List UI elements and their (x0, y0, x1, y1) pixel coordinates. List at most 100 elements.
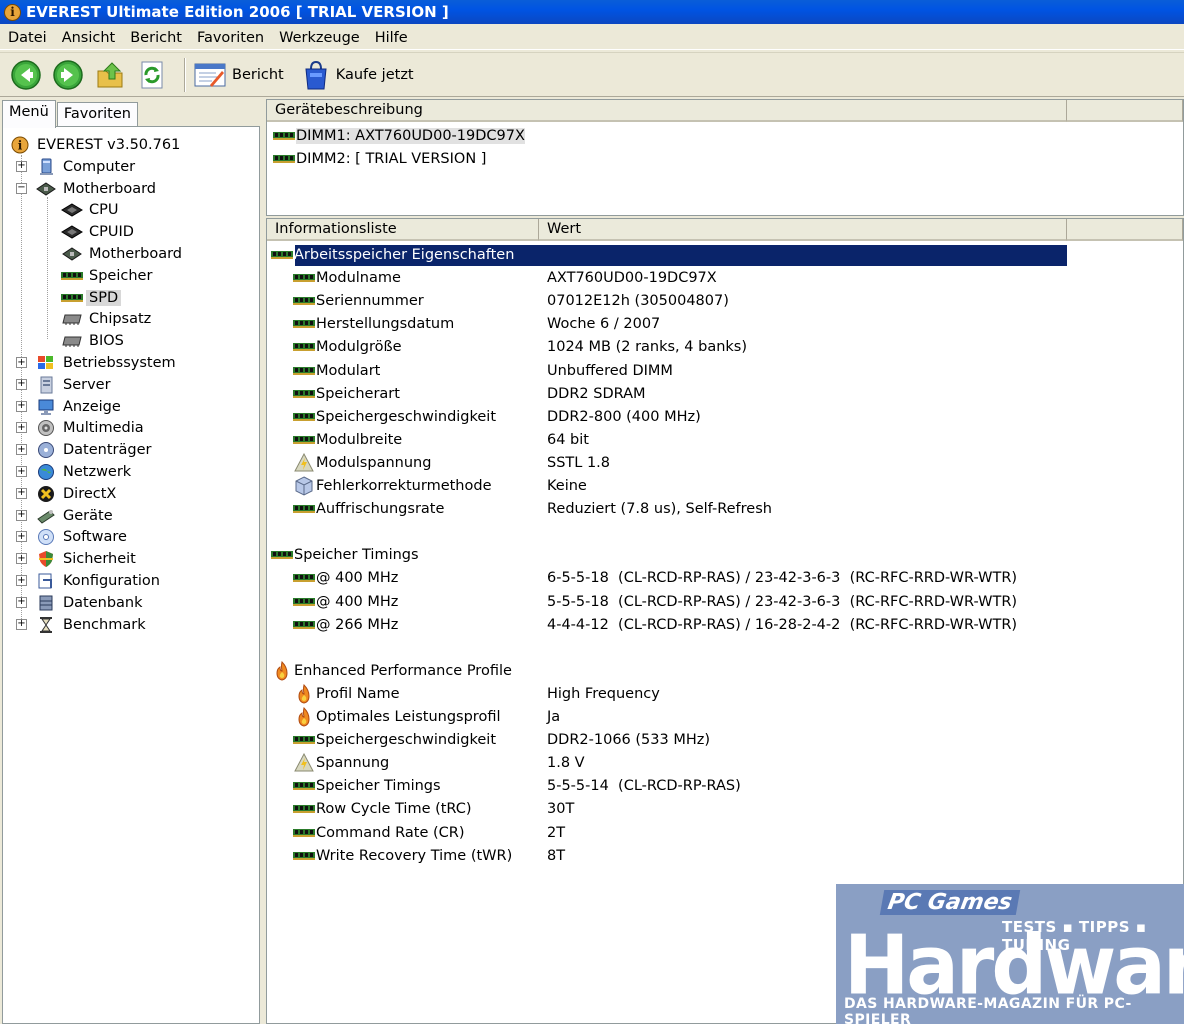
info-item-row[interactable]: Modulgröße 1024 MB (2 ranks, 4 banks) (267, 336, 1067, 358)
expand-icon[interactable]: + (16, 596, 27, 608)
tab-favoriten[interactable]: Favoriten (56, 102, 138, 127)
tree-item-datenbank[interactable]: + Datenbank (16, 593, 146, 613)
menu-ansicht[interactable]: Ansicht (56, 30, 122, 46)
voltage-warning-icon (293, 452, 315, 472)
report-button[interactable]: Bericht (194, 61, 284, 89)
info-group-row[interactable]: Speicher Timings (267, 544, 1067, 566)
expand-icon[interactable]: + (16, 357, 27, 368)
expand-icon[interactable]: + (16, 575, 27, 586)
tab-menu[interactable]: Menü (2, 100, 56, 128)
refresh-button[interactable] (134, 57, 170, 93)
everest-info-icon: i (4, 3, 21, 21)
expand-icon[interactable]: + (16, 553, 27, 565)
info-item-row[interactable]: @ 400 MHz 6-5-5-18 (CL-RCD-RP-RAS) / 23-4… (267, 567, 1067, 589)
ram-module-icon (271, 546, 293, 564)
info-item-row[interactable]: Speichergeschwindigkeit DDR2-1066 (533 MH… (267, 729, 1067, 751)
menu-bericht[interactable]: Bericht (124, 30, 188, 46)
tree-item-speicher-sub[interactable]: Speicher (61, 266, 155, 286)
expand-icon[interactable]: + (16, 400, 27, 412)
tree-item-label: CPUID (89, 224, 134, 241)
back-button[interactable] (8, 57, 44, 93)
tree-item-label: DirectX (63, 485, 117, 502)
tree-item-spd-sub[interactable]: SPD (61, 288, 122, 308)
collapse-icon[interactable]: − (16, 182, 27, 194)
menu-favoriten[interactable]: Favoriten (191, 30, 270, 46)
device-item-dimm1[interactable]: DIMM1: AXT760UD00-19DC97X (273, 126, 525, 146)
expand-icon[interactable]: + (16, 531, 27, 543)
tree-item-motherboard-sub[interactable]: Motherboard (61, 244, 185, 264)
info-name: Speichergeschwindigkeit (316, 408, 497, 425)
info-item-row[interactable]: @ 266 MHz 4-4-4-12 (CL-RCD-RP-RAS) / 16-2… (267, 614, 1067, 636)
info-item-row[interactable]: Seriennummer 07012E12h (305004807) (267, 290, 1067, 312)
info-item-row[interactable]: @ 400 MHz 5-5-5-18 (CL-RCD-RP-RAS) / 23-4… (267, 591, 1067, 613)
info-item-row[interactable]: Row Cycle Time (tRC) 30T (267, 798, 1067, 820)
tree-item-betriebssystem[interactable]: + Betriebssystem (16, 353, 179, 373)
menu-bar: Datei Ansicht Bericht Favoriten Werkzeug… (0, 26, 1184, 50)
menu-hilfe[interactable]: Hilfe (369, 30, 414, 46)
info-item-row[interactable]: Speichergeschwindigkeit DDR2-800 (400 MHz… (267, 406, 1067, 428)
info-item-row[interactable]: Speicher Timings 5-5-5-14 (CL-RCD-RP-RAS) (267, 775, 1067, 797)
expand-icon[interactable]: + (16, 509, 27, 521)
forward-button[interactable] (50, 57, 86, 93)
info-name: Auffrischungsrate (316, 501, 445, 518)
tree-item-directx[interactable]: + DirectX (16, 484, 119, 504)
buy-now-button[interactable]: Kaufe jetzt (302, 59, 414, 91)
info-item-row[interactable]: Fehlerkorrekturmethode Keine (267, 475, 1067, 497)
expand-icon[interactable]: + (16, 444, 27, 456)
info-group-row[interactable]: Enhanced Performance Profile (267, 660, 1067, 682)
left-tabs: Menü Favoriten (2, 99, 139, 128)
info-item-row[interactable]: Speicherart DDR2 SDRAM (267, 383, 1067, 405)
server-icon (35, 376, 57, 394)
tree-item-server[interactable]: + Server (16, 375, 114, 395)
column-header-device[interactable]: Gerätebeschreibung (267, 100, 1067, 122)
expand-icon[interactable]: + (16, 487, 27, 499)
tree-item-sicherheit[interactable]: + Sicherheit (16, 549, 139, 569)
tree-item-anzeige[interactable]: + Anzeige (16, 397, 124, 417)
tree-item-software[interactable]: + Software (16, 527, 130, 547)
info-item-row[interactable]: Write Recovery Time (tWR) 8T (267, 845, 1067, 867)
expand-icon[interactable]: + (16, 160, 27, 172)
expand-icon[interactable]: + (16, 466, 27, 477)
info-group-row[interactable]: Arbeitsspeicher Eigenschaften (267, 244, 1067, 266)
info-item-row[interactable]: Spannung 1.8 V (267, 752, 1067, 774)
tree-item-gerate[interactable]: + Geräte (16, 506, 116, 526)
expand-icon[interactable]: + (16, 618, 27, 630)
tree-item-label: Motherboard (63, 180, 157, 197)
tree-item-benchmark[interactable]: + Benchmark (16, 615, 149, 635)
column-header-informationsliste[interactable]: Informationsliste (267, 219, 539, 241)
ram-module-icon (293, 338, 315, 356)
info-item-row[interactable]: Profil Name High Frequency (267, 683, 1067, 705)
tree-item-chipsatz-sub[interactable]: Chipsatz (61, 309, 154, 329)
tree-item-bios-sub[interactable]: BIOS (61, 331, 127, 351)
menu-werkzeuge[interactable]: Werkzeuge (273, 30, 366, 46)
info-name-cell: Modulbreite (293, 429, 402, 451)
tree-item-computer[interactable]: + Computer (16, 157, 138, 177)
folder-up-icon (97, 61, 123, 87)
tree-item-konfiguration[interactable]: + Konfiguration (16, 571, 163, 591)
info-item-row[interactable]: Modulname AXT760UD00-19DC97X (267, 267, 1067, 289)
info-value: High Frequency (547, 685, 660, 702)
expand-icon[interactable]: + (16, 378, 27, 390)
tree-item-cpuid-sub[interactable]: CPUID (61, 222, 137, 242)
tree-item-netzwerk[interactable]: + Netzwerk (16, 462, 134, 482)
info-item-row[interactable]: Optimales Leistungsprofil Ja (267, 706, 1067, 728)
info-item-row[interactable]: Modulbreite 64 bit (267, 429, 1067, 451)
up-button[interactable] (92, 57, 128, 93)
tree-item-motherboard[interactable]: − Motherboard (16, 179, 159, 199)
tree-item-multimedia[interactable]: + Multimedia (16, 418, 147, 438)
expand-icon[interactable]: + (16, 422, 27, 434)
tree-item-datentrager[interactable]: + Datenträger (16, 440, 154, 460)
info-item-row[interactable]: Modulart Unbuffered DIMM (267, 360, 1067, 382)
tree-root[interactable]: i EVEREST v3.50.761 (9, 135, 183, 155)
info-item-row[interactable]: Auffrischungsrate Reduziert (7.8 us), Sel… (267, 498, 1067, 520)
info-item-row[interactable]: Herstellungsdatum Woche 6 / 2007 (267, 313, 1067, 335)
window-title: EVEREST Ultimate Edition 2006 [ TRIAL VE… (26, 3, 449, 21)
menu-datei[interactable]: Datei (2, 30, 53, 46)
info-item-row[interactable]: Command Rate (CR) 2T (267, 822, 1067, 844)
tree-item-cpu-sub[interactable]: CPU (61, 200, 121, 220)
column-header-wert[interactable]: Wert (539, 219, 1067, 241)
info-item-row[interactable]: Modulspannung SSTL 1.8 (267, 452, 1067, 474)
device-item-dimm2[interactable]: DIMM2: [ TRIAL VERSION ] (273, 149, 486, 169)
info-name: Modulspannung (316, 454, 432, 471)
info-value: 07012E12h (305004807) (547, 293, 729, 310)
